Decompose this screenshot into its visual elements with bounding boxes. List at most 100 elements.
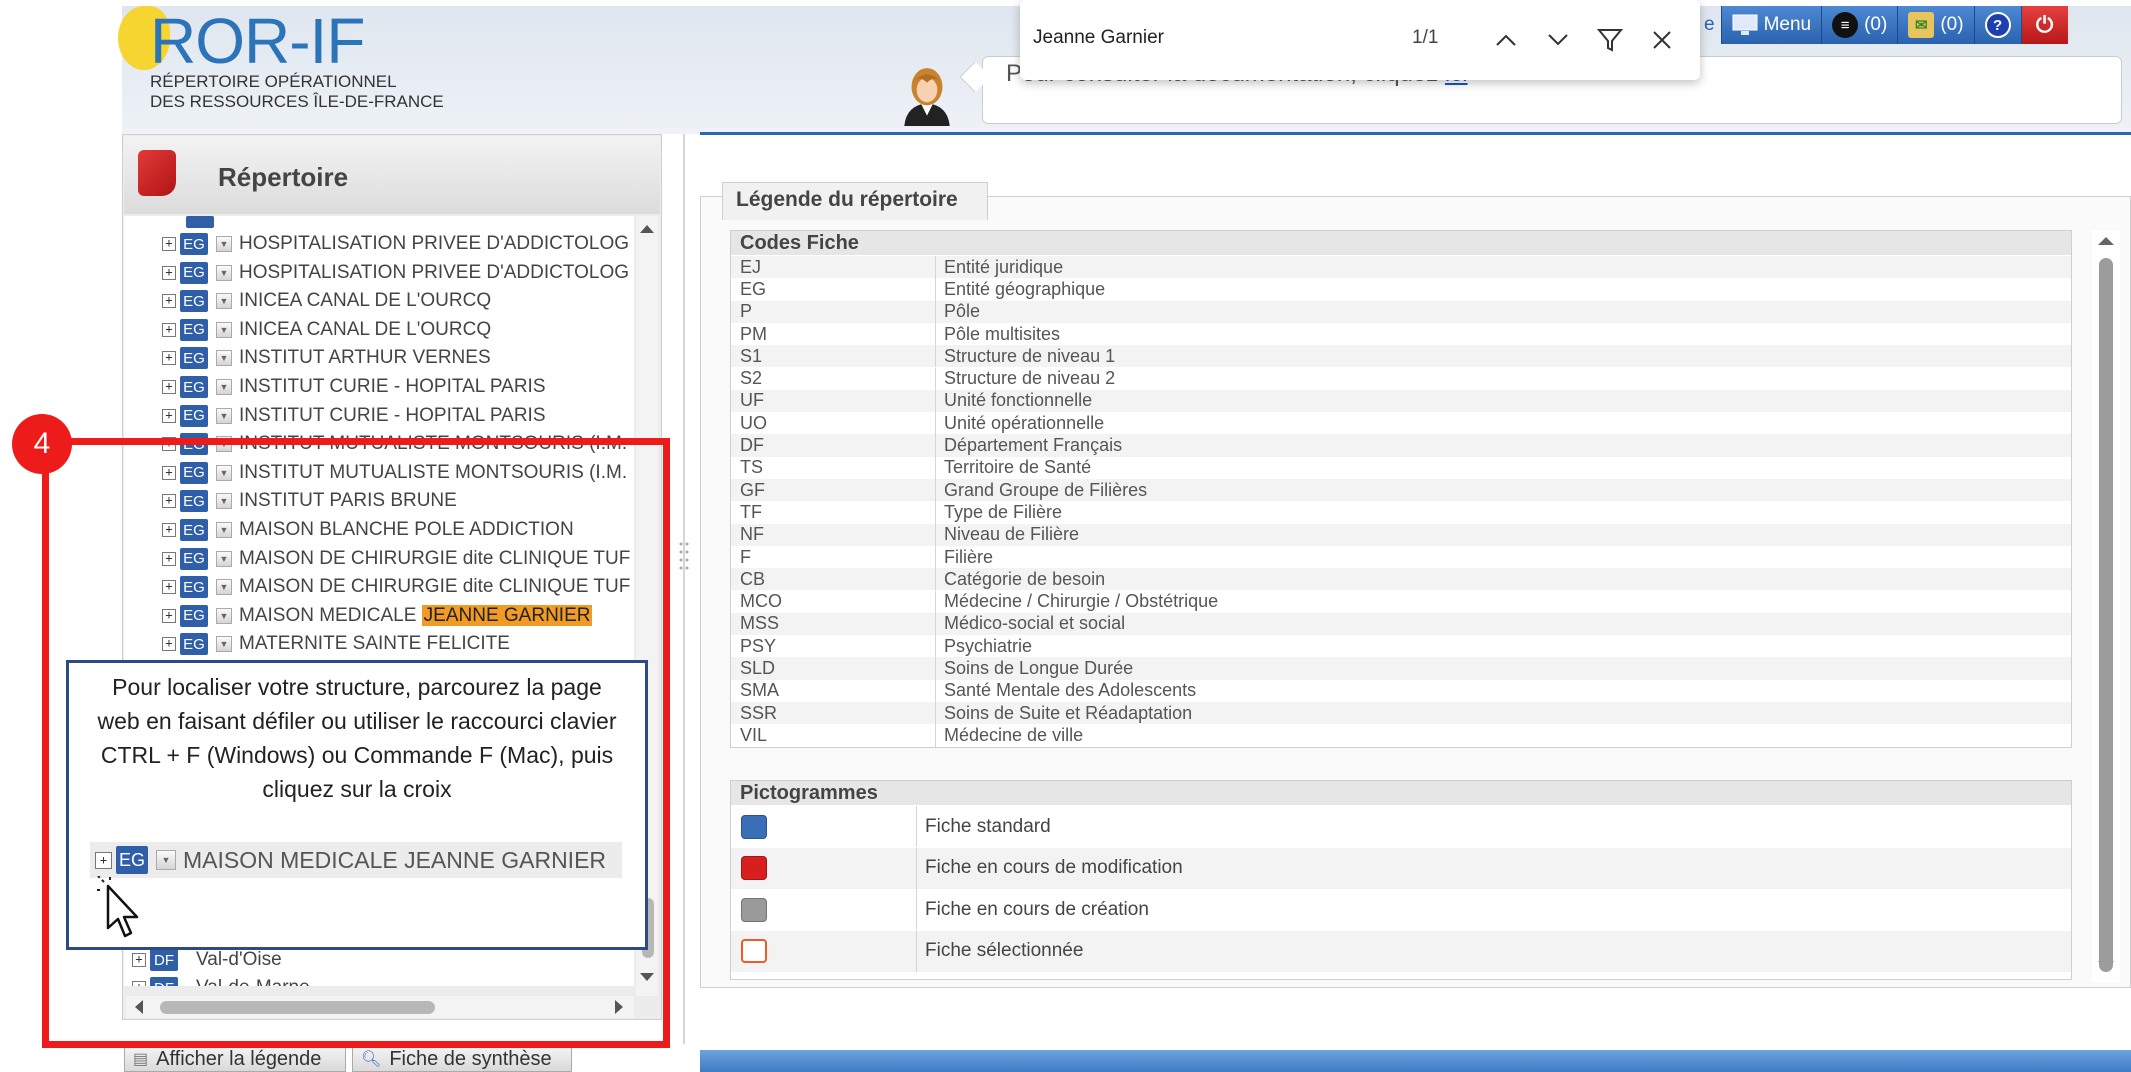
panel-splitter[interactable] [676,134,692,1044]
tree-row[interactable]: + EG ▼ HOSPITALISATION PRIVEE D'ADDICTOLOG [162,259,634,287]
code-row: S1 Structure de niveau 1 [731,345,2071,368]
code-row: SLD Soins de Longue Durée [731,657,2071,680]
code-label-cell: Territoire de Santé [944,457,1092,478]
find-filter-button[interactable] [1592,20,1628,60]
find-match-count: 1/1 [1412,27,1439,48]
code-row: MCO Médecine / Chirurgie / Obstétrique [731,590,2071,613]
code-label-cell: Filière [944,546,994,567]
code-label-cell: Médico-social et social [944,613,1126,634]
tree-row[interactable]: + EG ▼ HOSPITALISATION PRIVEE D'ADDICTOLOG [162,230,634,258]
pictogram-label: Fiche standard [925,815,1051,837]
tree-row-label: INICEA CANAL DE L'OURCQ [239,290,491,312]
code-cell: UF [731,389,936,413]
code-label-cell: Unité opérationnelle [944,412,1105,433]
code-row: EJ Entité juridique [731,256,2071,279]
code-cell: UO [731,412,936,435]
expand-icon[interactable]: + [162,322,176,337]
code-label-cell: Soins de Suite et Réadaptation [944,702,1193,723]
expand-icon[interactable]: + [162,351,176,366]
code-cell: EG [731,278,936,301]
notifications-button[interactable]: ✉ (0) [1897,6,1974,44]
repertoire-book-icon [138,150,176,196]
code-label-cell: Unité fonctionnelle [944,390,1093,411]
find-input[interactable]: Jeanne Garnier [1033,27,1164,49]
tree-row[interactable]: + EG ▼ INSTITUT ARTHUR VERNES [162,344,634,372]
example-row-label: MAISON MEDICALE JEANNE GARNIER [183,846,607,873]
pictogram-swatch-icon [741,897,767,922]
find-close-button[interactable] [1644,20,1680,60]
code-row: TS Territoire de Santé [731,456,2071,479]
code-cell: SLD [731,657,936,680]
expand-icon[interactable]: + [162,408,176,423]
show-legend-button[interactable]: ▤ Afficher la légende [124,1046,346,1072]
tree-row[interactable]: + EG ▼ INICEA CANAL DE L'OURCQ [162,316,634,344]
code-cell: P [731,300,936,323]
assistant-avatar-icon [904,68,950,126]
dropdown-arrow-icon[interactable]: ▼ [216,321,232,338]
pictogram-row: Fiche standard [731,806,2071,847]
step-number-badge: 4 [12,414,72,474]
code-row: PM Pôle multisites [731,322,2071,346]
code-cell: TF [731,501,936,524]
example-tree-row: + EG ▼ MAISON MEDICALE JEANNE GARNIER [90,842,622,878]
filter-icon [1597,29,1623,52]
find-previous-button[interactable] [1488,20,1524,60]
dropdown-arrow-icon[interactable]: ▼ [216,350,232,367]
code-cell: EJ [731,256,936,279]
list-icon: ≡ [1832,12,1859,38]
code-row: VIL Médecine de ville [731,724,2071,747]
code-label-cell: Soins de Longue Durée [944,658,1134,679]
tree-row-text: HOSPITALISATION PRIVEE D'ADDICTOLOG [239,261,630,283]
code-cell: NF [731,523,936,546]
logout-button[interactable]: ⏻ [2020,6,2068,44]
tree-badge: EG [180,376,208,398]
tree-row[interactable]: + EG ▼ INSTITUT CURIE - HOPITAL PARIS [162,402,634,430]
pictograms-title: Pictogrammes [740,782,878,804]
logo-subtitle-line1: RÉPERTOIRE OPÉRATIONNEL [150,72,397,91]
toolbar-partial-item[interactable]: e [1698,6,1721,44]
scroll-up-icon [640,225,654,233]
code-label-cell: Structure de niveau 1 [944,345,1116,366]
dropdown-arrow-icon[interactable]: ▼ [216,236,232,252]
summary-sheet-button[interactable]: 🔍︎ Fiche de synthèse [352,1046,572,1072]
tree-badge: EG [180,318,208,341]
dropdown-arrow-icon[interactable]: ▼ [216,264,232,281]
logo-title: ROR-IF [150,5,365,77]
pictogram-cell [731,806,917,847]
pictogram-cell [731,930,917,972]
tree-row-text: HOSPITALISATION PRIVEE D'ADDICTOLOG [239,233,630,254]
help-button[interactable]: ? [1973,6,2021,44]
pictogram-row: Fiche sélectionnée [731,930,2071,972]
pictogram-cell [731,889,917,930]
find-next-button[interactable] [1540,20,1576,60]
dropdown-arrow-icon[interactable]: ▼ [216,407,232,424]
tree-row[interactable]: + EG ▼ INICEA CANAL DE L'OURCQ [162,287,634,315]
legend-icon: ▤ [133,1051,149,1068]
expand-icon[interactable]: + [162,265,176,280]
code-row: F Filière [731,545,2071,569]
notifications-count: (0) [1940,14,1964,35]
dropdown-arrow-icon[interactable]: ▼ [216,293,232,310]
menu-button[interactable]: Menu [1720,6,1822,44]
pictogram-label: Fiche en cours de création [925,898,1149,920]
code-label-cell: Type de Filière [944,501,1063,522]
expand-icon[interactable]: + [162,294,176,309]
tree-row-text: INSTITUT CURIE - HOPITAL PARIS [239,376,546,397]
expand-icon[interactable]: + [162,237,176,251]
close-icon [1653,31,1671,49]
tree-row-label: INSTITUT CURIE - HOPITAL PARIS [239,405,546,427]
code-label-cell: Pôle multisites [944,323,1061,344]
tree-row[interactable]: + EG ▼ INSTITUT CURIE - HOPITAL PARIS [162,373,634,401]
code-label-cell: Psychiatrie [944,635,1033,656]
power-icon: ⏻ [2035,12,2054,37]
code-row: GF Grand Groupe de Filières [731,479,2071,502]
dropdown-arrow-icon[interactable]: ▼ [216,379,232,395]
messages-button[interactable]: ≡ (0) [1821,6,1898,44]
code-cell: VIL [731,724,936,747]
chevron-down-icon [1548,34,1568,46]
summary-sheet-label: Fiche de synthèse [389,1047,552,1070]
legend-scroll-thumb[interactable] [2099,258,2113,972]
chevron-up-icon [1496,34,1516,46]
expand-icon[interactable]: + [162,380,176,394]
tree-row-text: INSTITUT ARTHUR VERNES [239,347,491,369]
